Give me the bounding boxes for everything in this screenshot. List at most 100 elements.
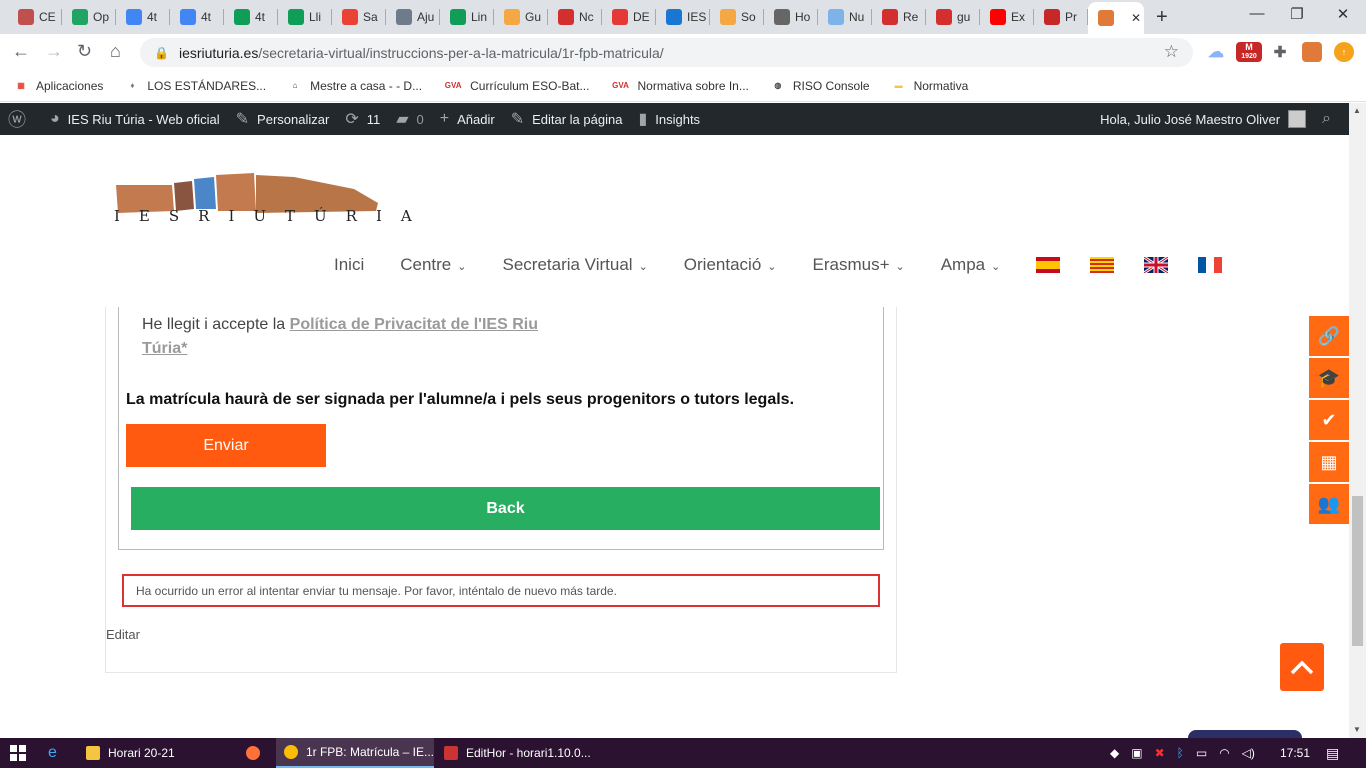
bookmark-star-icon[interactable]: ☆	[1164, 42, 1179, 62]
wp-logo-icon[interactable]: ⓦ	[0, 106, 42, 132]
new-tab-button[interactable]: +	[1156, 6, 1168, 29]
nav-item[interactable]: Erasmus+ ⌄	[813, 255, 905, 275]
flag-fr-icon[interactable]	[1198, 257, 1223, 273]
browser-tab[interactable]: Pr	[1034, 4, 1088, 30]
admin-customize[interactable]: ✎ Personalizar	[228, 109, 338, 129]
battery-icon[interactable]: ▭	[1196, 746, 1207, 760]
admin-account[interactable]: Hola, Julio José Maestro Oliver	[1092, 110, 1314, 128]
system-tray[interactable]: ◆ ▣ ✖ ᛒ ▭ ◠ ◁)	[1110, 738, 1255, 768]
browser-tab[interactable]: Sa	[332, 4, 386, 30]
check-icon[interactable]: ✔	[1309, 400, 1349, 440]
admin-site-name[interactable]: ◕ IES Riu Túria - Web oficial	[42, 110, 228, 128]
close-window-button[interactable]: ✕	[1320, 5, 1366, 23]
browser-tab[interactable]: Lin	[440, 4, 494, 30]
browser-tab[interactable]: Lli	[278, 4, 332, 30]
browser-tab[interactable]: Aju	[386, 4, 440, 30]
volume-icon[interactable]: ◁)	[1242, 746, 1255, 760]
browser-tab[interactable]: 4t	[170, 4, 224, 30]
lock-icon[interactable]: 🔒	[154, 46, 169, 60]
reload-icon[interactable]: ↻	[77, 41, 92, 62]
browser-tab[interactable]: Op	[62, 4, 116, 30]
browser-tab[interactable]: CE	[8, 4, 62, 30]
flag-es-icon[interactable]	[1036, 257, 1061, 273]
chat-widget-tab[interactable]	[1188, 730, 1302, 738]
bookmark-item[interactable]: GVA Normativa sobre In...	[611, 79, 749, 93]
link-icon[interactable]: 🔗	[1309, 316, 1349, 356]
admin-search-icon[interactable]: ⌕	[1314, 110, 1339, 128]
security-icon[interactable]: ◆	[1110, 746, 1119, 760]
close-tab-icon[interactable]: ✕	[1131, 11, 1141, 25]
forward-arrow-icon[interactable]: →	[45, 41, 63, 62]
maximize-button[interactable]: ❐	[1274, 5, 1320, 23]
network-status-icon[interactable]: ✖	[1155, 746, 1165, 760]
browser-tab[interactable]: Gu	[494, 4, 548, 30]
browser-tab[interactable]: gu	[926, 4, 980, 30]
nav-item[interactable]: Centre ⌄	[400, 255, 466, 275]
tab-label: Ho	[795, 10, 811, 24]
browser-tab[interactable]: Ho	[764, 4, 818, 30]
nav-item[interactable]: Ampa ⌄	[941, 255, 1001, 275]
bookmark-item[interactable]: ♦ LOS ESTÁNDARES...	[125, 79, 266, 93]
browser-tab[interactable]: 4t	[116, 4, 170, 30]
bookmark-item[interactable]: GVA Currículum ESO-Bat...	[444, 79, 590, 93]
bookmark-item[interactable]: ▬ Normativa	[892, 79, 969, 93]
profile-avatar[interactable]: ↑	[1334, 42, 1354, 62]
taskbar-item-chrome[interactable]: 1r FPB: Matrícula – IE...	[276, 738, 434, 768]
browser-tab[interactable]: Nu	[818, 4, 872, 30]
flag-ca-valencia-icon[interactable]	[1090, 257, 1115, 273]
extension-badge[interactable]: M 1920	[1236, 42, 1262, 62]
scroll-up-arrow-icon[interactable]: ▲	[1353, 106, 1361, 115]
bookmark-item[interactable]: ◍ RISO Console	[771, 79, 869, 93]
windows-start-icon[interactable]	[10, 738, 26, 768]
site-extension-icon[interactable]	[1302, 42, 1322, 62]
scroll-to-top-button[interactable]	[1280, 643, 1324, 691]
admin-edit-page[interactable]: ✎ Editar la página	[503, 109, 631, 129]
browser-tab[interactable]: DE	[602, 4, 656, 30]
back-button[interactable]: Back	[131, 487, 880, 530]
browser-tab[interactable]: Ex	[980, 4, 1034, 30]
browser-tab[interactable]: 4t	[224, 4, 278, 30]
scrollbar-thumb[interactable]	[1352, 496, 1363, 646]
address-bar[interactable]: 🔒 iesriuturia.es/secretaria-virtual/inst…	[140, 38, 1193, 67]
cloud-icon[interactable]: ☁	[1206, 42, 1226, 62]
admin-updates[interactable]: ⟳ 11	[337, 109, 388, 129]
site-logo[interactable]	[114, 153, 384, 243]
back-arrow-icon[interactable]: ←	[12, 41, 30, 62]
browser-tab[interactable]: So	[710, 4, 764, 30]
browser-tab[interactable]: ✕	[1088, 2, 1144, 34]
wifi-icon[interactable]: ◠	[1219, 746, 1229, 760]
nav-item[interactable]: Orientació ⌄	[684, 255, 777, 275]
firefox-icon[interactable]	[246, 738, 270, 768]
bookmark-item[interactable]: ⌂ Mestre a casa - - D...	[288, 79, 422, 93]
flag-en-icon[interactable]	[1144, 257, 1169, 273]
nav-label: Erasmus+	[812, 255, 890, 274]
submit-button[interactable]: Enviar	[126, 424, 326, 467]
browser-tab[interactable]: Nc	[548, 4, 602, 30]
page-scrollbar[interactable]: ▲ ▼	[1349, 103, 1366, 738]
house-icon: ⌂	[292, 81, 298, 90]
edit-link[interactable]: Editar	[106, 627, 140, 642]
tab-label: So	[741, 10, 756, 24]
nav-item[interactable]: Secretaria Virtual ⌄	[502, 255, 647, 275]
taskbar-item-horari[interactable]: Horari 20-21	[86, 738, 236, 768]
users-icon[interactable]: 👥	[1309, 484, 1349, 524]
tab-label: Op	[93, 10, 110, 24]
bookmark-item[interactable]: ▦ Aplicaciones	[14, 79, 103, 93]
scroll-down-arrow-icon[interactable]: ▼	[1353, 725, 1361, 734]
edge-icon[interactable]: e	[48, 738, 57, 768]
browser-tab[interactable]: IES	[656, 4, 710, 30]
admin-add-new[interactable]: + Añadir	[432, 110, 503, 128]
clock[interactable]: 17:51	[1280, 738, 1310, 768]
home-icon[interactable]: ⌂	[110, 41, 121, 62]
graduation-cap-icon[interactable]: 🎓	[1309, 358, 1349, 398]
browser-tab[interactable]: Re	[872, 4, 926, 30]
admin-insights[interactable]: ▮ Insights	[630, 109, 708, 129]
taskbar-item-edithor[interactable]: EditHor - horari1.10.0...	[444, 738, 604, 768]
notifications-icon[interactable]: ▤	[1326, 738, 1339, 768]
bluetooth-icon[interactable]: ᛒ	[1177, 746, 1184, 760]
building-icon[interactable]: ▦	[1309, 442, 1349, 482]
nav-item[interactable]: Inici	[334, 255, 364, 275]
puzzle-icon[interactable]: ✚	[1270, 42, 1290, 62]
admin-comments[interactable]: ▰ 0	[388, 109, 432, 129]
screenshot-icon[interactable]: ▣	[1131, 746, 1142, 760]
